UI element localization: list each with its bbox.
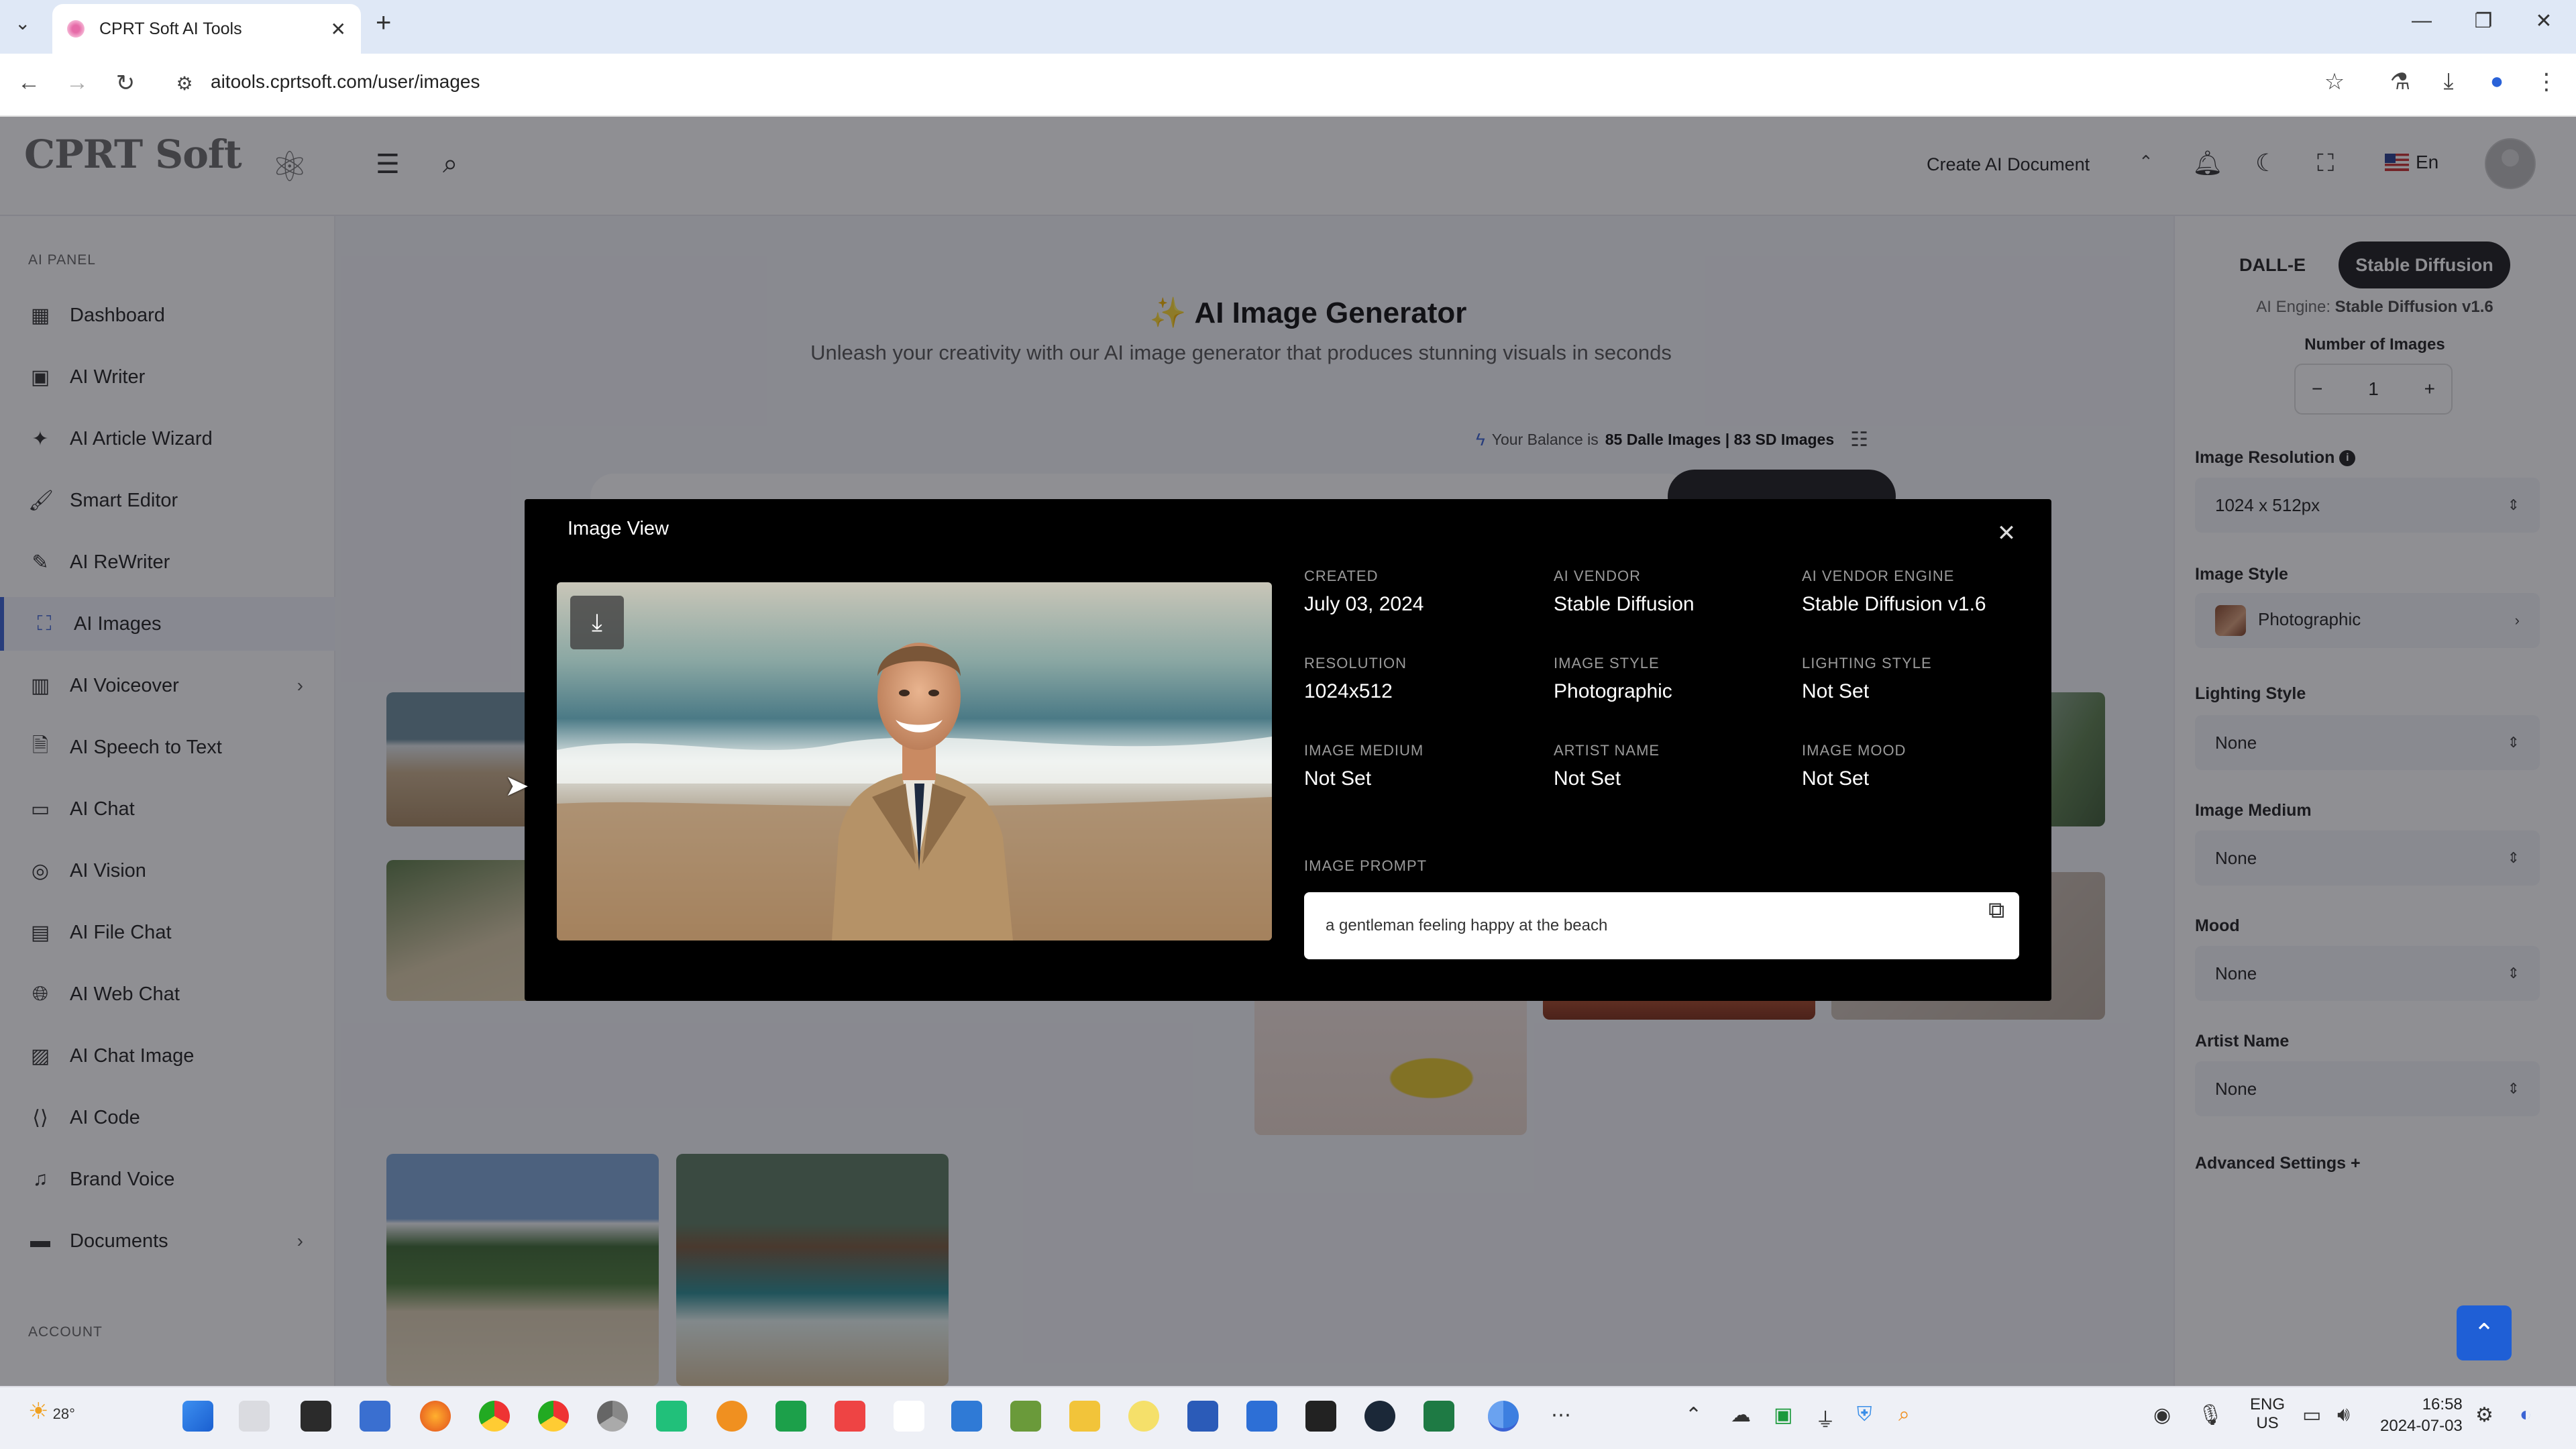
meta-artist-name-value: Not Set	[1554, 767, 1621, 790]
chrome-beta-icon[interactable]	[538, 1401, 569, 1432]
network-icon[interactable]: ▭	[2302, 1403, 2321, 1427]
app-grid-icon[interactable]	[775, 1401, 806, 1432]
weather-temp: 28°	[52, 1405, 75, 1422]
tray-app-icon[interactable]: ▣	[1774, 1403, 1792, 1427]
task-view-icon[interactable]	[239, 1401, 270, 1432]
tools-icon[interactable]	[835, 1401, 865, 1432]
url-field[interactable]: aitools.cprtsoft.com/user/images	[211, 71, 480, 93]
start-icon[interactable]	[182, 1401, 213, 1432]
powershell-icon[interactable]	[360, 1401, 390, 1432]
profile-icon[interactable]: ●	[2479, 68, 2514, 95]
meta-image-style-value: Photographic	[1554, 680, 1672, 702]
tray-security-icon[interactable]: ⛨	[1857, 1403, 1872, 1426]
meta-lighting-style-value: Not Set	[1802, 680, 1870, 702]
tab-close-icon[interactable]: ✕	[331, 18, 346, 40]
clock-time: 16:58	[2422, 1395, 2463, 1413]
reload-icon[interactable]: ↻	[109, 70, 142, 97]
weather-widget[interactable]: ☀ 28°	[28, 1398, 75, 1425]
chrome-icon[interactable]	[479, 1401, 510, 1432]
browser-menu-icon[interactable]: ⋮	[2529, 68, 2564, 95]
new-tab-icon[interactable]: +	[376, 8, 391, 38]
restore-icon[interactable]: ❐	[2463, 9, 2504, 33]
system-clock[interactable]: 16:58 2024-07-03	[2380, 1394, 2463, 1437]
meta-ai-vendor-label: AI VENDOR	[1554, 568, 1642, 584]
forward-icon[interactable]: →	[60, 70, 94, 96]
meta-created-value: July 03, 2024	[1304, 593, 1424, 615]
file-explorer-icon[interactable]	[1069, 1401, 1100, 1432]
labs-flask-icon[interactable]: ⚗	[2383, 68, 2418, 95]
app-small-icon[interactable]	[894, 1401, 924, 1432]
tab-list-chevron-icon[interactable]: ⌄	[15, 12, 30, 34]
terminal-icon[interactable]	[301, 1401, 331, 1432]
copilot-icon[interactable]: ◐	[2520, 1403, 2532, 1426]
browser-tab[interactable]: CPRT Soft AI Tools ✕	[52, 4, 361, 54]
lang-code: ENG	[2250, 1395, 2286, 1413]
site-info-icon[interactable]: ⚙	[168, 72, 201, 95]
sun-icon: ☀	[28, 1399, 49, 1424]
microphone-icon[interactable]: 🎙︎	[2198, 1403, 2223, 1427]
image-editor-icon[interactable]	[1010, 1401, 1041, 1432]
meta-lighting-style-label: LIGHTING STYLE	[1802, 655, 1932, 672]
meta-created-label: CREATED	[1304, 568, 1379, 584]
tab-title: CPRT Soft AI Tools	[99, 19, 242, 38]
chrome-active-icon[interactable]	[1488, 1401, 1519, 1432]
notepad-icon[interactable]	[951, 1401, 982, 1432]
image-prompt-field[interactable]: a gentleman feeling happy at the beach	[1304, 892, 2019, 959]
tray-usb-icon[interactable]: ⏚	[1815, 1403, 1835, 1433]
tray-steam-icon[interactable]: ◉	[2153, 1403, 2171, 1427]
app-yellow-icon[interactable]	[1128, 1401, 1159, 1432]
scroll-to-top-button[interactable]: ⌃	[2457, 1305, 2512, 1360]
image-prompt-text: a gentleman feeling happy at the beach	[1326, 916, 1608, 934]
meta-image-mood-label: IMAGE MOOD	[1802, 742, 1907, 759]
download-icon[interactable]: ⤓	[2431, 68, 2466, 95]
meta-artist-name-label: ARTIST NAME	[1554, 742, 1660, 759]
meta-ai-vendor-engine-label: AI VENDOR ENGINE	[1802, 568, 1955, 584]
download-image-button[interactable]: ⤓	[570, 596, 624, 649]
generated-image	[557, 582, 1272, 941]
tab-favicon-icon	[67, 20, 85, 38]
word-icon[interactable]	[1187, 1401, 1218, 1432]
tray-search-icon[interactable]: ⌕	[1898, 1403, 1910, 1426]
firefox-icon[interactable]	[420, 1401, 451, 1432]
close-window-icon[interactable]: ✕	[2524, 9, 2564, 33]
volume-icon[interactable]: 🔊︎	[2337, 1403, 2350, 1426]
download-icon: ⤓	[592, 608, 602, 636]
back-icon[interactable]: ←	[12, 70, 46, 96]
excel-icon[interactable]	[1424, 1401, 1454, 1432]
mouse-cursor-icon: ➤	[504, 769, 529, 802]
more-apps-icon[interactable]: ⋯	[1551, 1403, 1571, 1427]
input-language-indicator[interactable]: ENG US	[2250, 1395, 2285, 1433]
meta-image-medium-label: IMAGE MEDIUM	[1304, 742, 1424, 759]
app-green-icon[interactable]	[656, 1401, 687, 1432]
meta-image-mood-value: Not Set	[1802, 767, 1870, 790]
gentleman-beach-photo	[557, 582, 1272, 941]
bookmark-star-icon[interactable]: ☆	[2317, 68, 2352, 95]
meta-ai-vendor-value: Stable Diffusion	[1554, 593, 1695, 615]
tray-cloud-icon[interactable]: ☁	[1731, 1403, 1751, 1427]
image-prompt-label: IMAGE PROMPT	[1304, 857, 1428, 874]
minimize-icon[interactable]: —	[2402, 9, 2442, 32]
tray-expand-icon[interactable]: ⌃	[1685, 1403, 1702, 1427]
search-app-icon[interactable]	[716, 1401, 747, 1432]
lang-region: US	[2256, 1414, 2279, 1432]
steam-icon[interactable]	[1364, 1401, 1395, 1432]
modal-title: Image View	[568, 518, 669, 539]
sticky-notes-icon[interactable]	[1305, 1401, 1336, 1432]
notifications-icon[interactable]: ⚙	[2475, 1403, 2493, 1427]
chrome-dev-icon[interactable]	[597, 1401, 628, 1432]
meta-ai-vendor-engine-value: Stable Diffusion v1.6	[1802, 593, 1986, 615]
copy-icon[interactable]: ⧉	[1988, 898, 2004, 924]
meta-resolution-label: RESOLUTION	[1304, 655, 1407, 672]
modal-close-icon[interactable]: ✕	[1995, 522, 2018, 545]
meta-resolution-value: 1024x512	[1304, 680, 1393, 702]
meta-image-medium-value: Not Set	[1304, 767, 1372, 790]
calendar-icon[interactable]	[1246, 1401, 1277, 1432]
meta-image-style-label: IMAGE STYLE	[1554, 655, 1660, 672]
clock-date: 2024-07-03	[2380, 1417, 2463, 1435]
